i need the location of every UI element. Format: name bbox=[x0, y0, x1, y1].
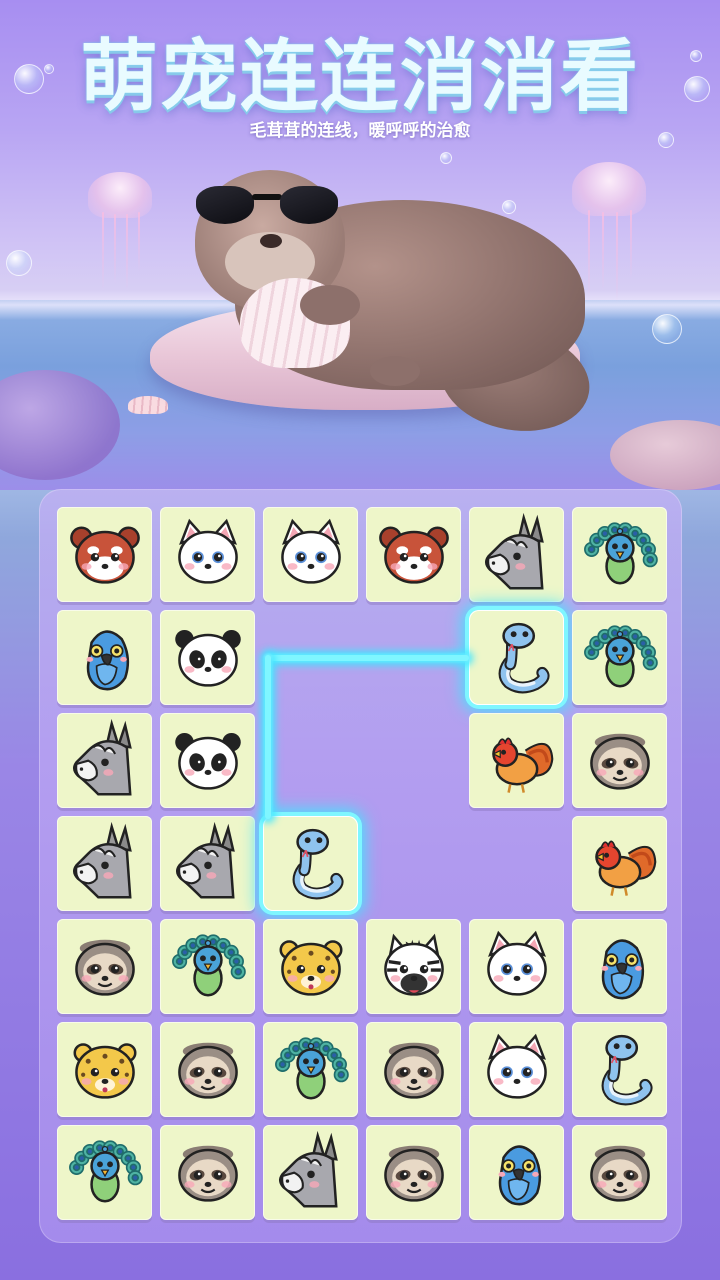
bubble-decoration bbox=[440, 152, 452, 164]
tile-red-panda[interactable] bbox=[366, 507, 461, 602]
tile-sloth[interactable] bbox=[366, 1125, 461, 1220]
tile-rooster[interactable] bbox=[469, 713, 564, 808]
panda-icon bbox=[166, 614, 250, 702]
tile-sloth[interactable] bbox=[366, 1022, 461, 1117]
snake-icon bbox=[269, 820, 353, 908]
bubble-decoration bbox=[502, 200, 516, 214]
snake-icon bbox=[475, 614, 559, 702]
connection-path bbox=[268, 654, 469, 661]
bubble-decoration bbox=[6, 250, 32, 276]
leopard-icon bbox=[269, 923, 353, 1011]
tile-donkey[interactable] bbox=[160, 816, 255, 911]
game-subtitle: 毛茸茸的连线，暖呼呼的治愈 bbox=[249, 121, 471, 141]
tile-sloth[interactable] bbox=[572, 1125, 667, 1220]
snake-icon bbox=[578, 1026, 662, 1114]
peacock-icon bbox=[578, 511, 662, 599]
parrot-icon bbox=[578, 923, 662, 1011]
tile-donkey[interactable] bbox=[263, 1125, 358, 1220]
donkey-icon bbox=[166, 820, 250, 908]
tile-donkey[interactable] bbox=[57, 713, 152, 808]
panda-icon bbox=[166, 717, 250, 805]
red-panda-icon bbox=[63, 511, 147, 599]
sunglasses-icon bbox=[196, 186, 346, 226]
donkey-icon bbox=[475, 511, 559, 599]
otter-nose bbox=[260, 234, 282, 248]
game-board bbox=[39, 489, 682, 1243]
tile-peacock[interactable] bbox=[572, 507, 667, 602]
jellyfish-left-decoration bbox=[88, 172, 152, 292]
peacock-icon bbox=[166, 923, 250, 1011]
jellyfish-right-decoration bbox=[572, 162, 646, 304]
sloth-icon bbox=[372, 1129, 456, 1217]
tile-peacock[interactable] bbox=[572, 610, 667, 705]
tile-sloth[interactable] bbox=[572, 713, 667, 808]
red-panda-icon bbox=[372, 511, 456, 599]
white-cat-icon bbox=[269, 511, 353, 599]
tile-leopard[interactable] bbox=[57, 1022, 152, 1117]
rooster-icon bbox=[578, 820, 662, 908]
bubble-decoration bbox=[652, 314, 682, 344]
sloth-icon bbox=[578, 1129, 662, 1217]
zebra-icon bbox=[372, 923, 456, 1011]
tile-white-cat[interactable] bbox=[160, 507, 255, 602]
tile-zebra[interactable] bbox=[366, 919, 461, 1014]
otter-paw bbox=[370, 356, 420, 386]
rooster-icon bbox=[475, 717, 559, 805]
donkey-icon bbox=[63, 820, 147, 908]
tile-snake[interactable] bbox=[263, 816, 358, 911]
connection-path bbox=[265, 654, 271, 819]
tile-parrot[interactable] bbox=[57, 610, 152, 705]
leopard-icon bbox=[63, 1026, 147, 1114]
tile-peacock[interactable] bbox=[57, 1125, 152, 1220]
sloth-icon bbox=[166, 1026, 250, 1114]
tile-snake[interactable] bbox=[469, 610, 564, 705]
white-cat-icon bbox=[166, 511, 250, 599]
small-shell-decoration bbox=[128, 396, 168, 414]
tile-red-panda[interactable] bbox=[57, 507, 152, 602]
tile-panda[interactable] bbox=[160, 610, 255, 705]
peacock-icon bbox=[63, 1129, 147, 1217]
sloth-icon bbox=[63, 923, 147, 1011]
tile-sloth[interactable] bbox=[160, 1125, 255, 1220]
tile-parrot[interactable] bbox=[572, 919, 667, 1014]
parrot-icon bbox=[475, 1129, 559, 1217]
game-title: 萌宠连连消消看 bbox=[79, 32, 640, 122]
parrot-icon bbox=[63, 614, 147, 702]
sloth-icon bbox=[166, 1129, 250, 1217]
tile-sloth[interactable] bbox=[57, 919, 152, 1014]
tile-white-cat[interactable] bbox=[469, 1022, 564, 1117]
tile-snake[interactable] bbox=[572, 1022, 667, 1117]
tile-donkey[interactable] bbox=[57, 816, 152, 911]
tile-white-cat[interactable] bbox=[469, 919, 564, 1014]
otter-paw bbox=[300, 285, 360, 325]
tile-white-cat[interactable] bbox=[263, 507, 358, 602]
tile-donkey[interactable] bbox=[469, 507, 564, 602]
tile-peacock[interactable] bbox=[263, 1022, 358, 1117]
tile-peacock[interactable] bbox=[160, 919, 255, 1014]
donkey-icon bbox=[63, 717, 147, 805]
peacock-icon bbox=[578, 614, 662, 702]
sloth-icon bbox=[578, 717, 662, 805]
white-cat-icon bbox=[475, 923, 559, 1011]
sloth-icon bbox=[372, 1026, 456, 1114]
tile-rooster[interactable] bbox=[572, 816, 667, 911]
donkey-icon bbox=[269, 1129, 353, 1217]
tile-sloth[interactable] bbox=[160, 1022, 255, 1117]
peacock-icon bbox=[269, 1026, 353, 1114]
white-cat-icon bbox=[475, 1026, 559, 1114]
tile-leopard[interactable] bbox=[263, 919, 358, 1014]
tile-panda[interactable] bbox=[160, 713, 255, 808]
tile-parrot[interactable] bbox=[469, 1125, 564, 1220]
